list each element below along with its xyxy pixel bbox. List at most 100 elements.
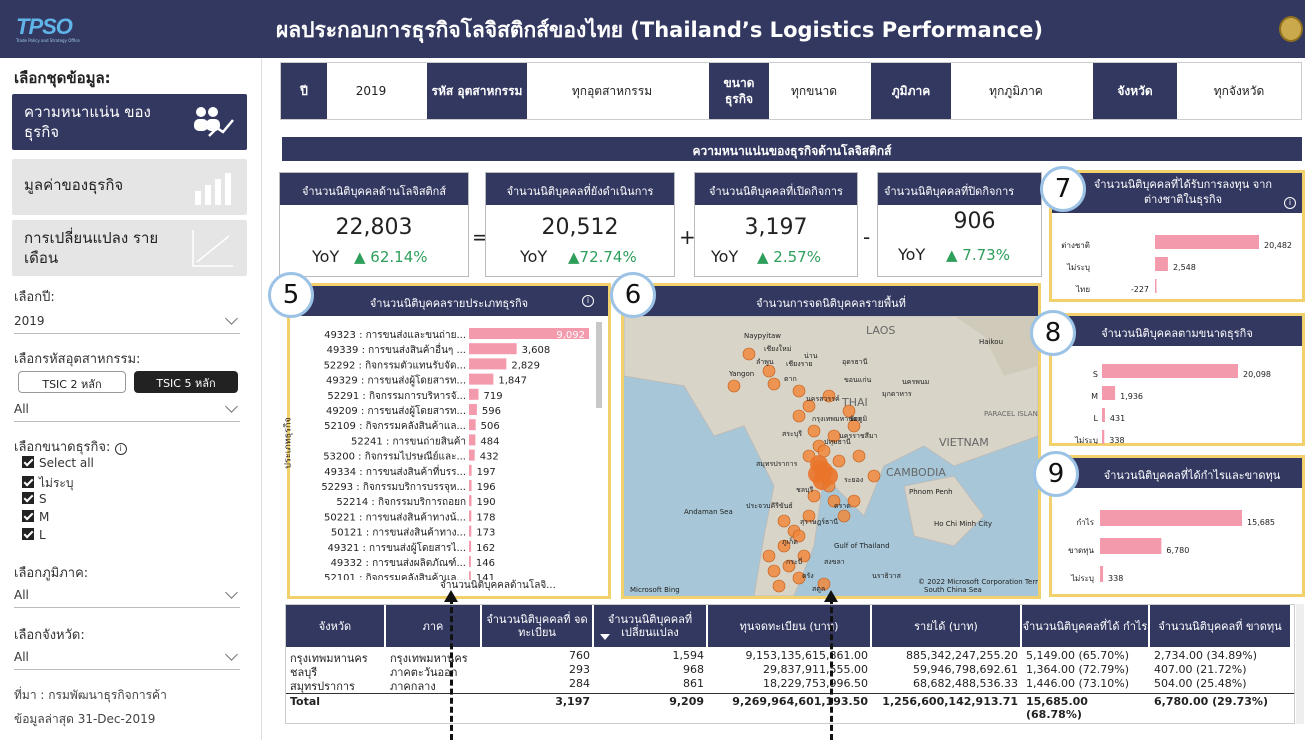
business-type-panel: จำนวนนิติบุคคลรายประเภทธุรกิจ i 49323 : … xyxy=(284,283,611,599)
table-header[interactable]: รายได้ (บาท) xyxy=(872,605,1020,647)
table-header[interactable]: จังหวัด xyxy=(286,605,384,647)
category-label: 52241 : การขนถ่ายสินค้า xyxy=(351,435,466,447)
kpi-value: 906 xyxy=(953,209,996,234)
chevron-down-icon xyxy=(225,648,238,661)
kpi-closed-card: จำนวนนิติบุคคลที่ปิดกิจการ 906 YoY ▲ 7.7… xyxy=(877,172,1042,277)
filter-year-value: 2019 xyxy=(355,84,387,98)
sort-desc-icon[interactable] xyxy=(600,634,610,640)
table-header[interactable]: ทุนจดทะเบียน (บาท) xyxy=(708,605,870,647)
tsic-value: All xyxy=(14,402,29,416)
kpi-total-card: จำนวนนิติบุคคลด้านโลจิสติกส์ 22,803 YoY … xyxy=(279,172,469,277)
data-label: 338 xyxy=(1108,574,1123,583)
table-header[interactable]: จำนวนนิติบุคคลที่ ขาดทุน xyxy=(1150,605,1290,647)
size-option-s[interactable]: S xyxy=(22,492,47,506)
data-label: 197 xyxy=(477,467,496,478)
map-label: กระบี่ xyxy=(786,557,802,566)
trend-up-icon xyxy=(192,230,233,267)
table-cell: 861 xyxy=(683,677,704,690)
map-label: เชียงราย xyxy=(786,360,812,368)
table-cell: 1,364.00 (72.79%) xyxy=(1026,663,1130,676)
bar xyxy=(1155,279,1157,293)
province-marker xyxy=(762,549,776,563)
data-label: 146 xyxy=(476,558,495,569)
year-select[interactable]: 2019 xyxy=(14,310,240,334)
map-label: CAMBODIA xyxy=(886,466,946,479)
page-title: ผลประกอบการธุรกิจโลจิสติกส์ของไทย (Thail… xyxy=(276,18,1043,42)
table-cell: 2,734.00 (34.89%) xyxy=(1154,649,1258,662)
map-label: ภูเก็ต xyxy=(782,537,798,546)
category-label: 49332 : การขนส่งผลิตภัณฑ์... xyxy=(331,557,466,569)
bar-chart-icon xyxy=(195,173,231,205)
category-label: S xyxy=(1093,370,1098,379)
table-header[interactable]: จำนวนนิติบุคคลที่ได้ กำไร xyxy=(1022,605,1148,647)
bar xyxy=(1155,235,1259,249)
nav-business-density[interactable]: ความหนาแน่น ของธุรกิจ xyxy=(12,94,247,150)
callout-8: 8 xyxy=(1030,310,1076,356)
table-header[interactable]: จำนวนนิติบุคคลที่ จดทะเบียน xyxy=(482,605,592,647)
panel-title: จำนวนนิติบุคคลรายประเภทธุรกิจ xyxy=(290,286,608,316)
business-size-chart: S 20,098 M 1,936 L 431 ไม่ระบุ 338 xyxy=(1074,364,1271,444)
data-label: 596 xyxy=(482,406,501,417)
checkbox-checked-icon xyxy=(22,476,34,488)
size-option-unspecified[interactable]: ไม่ระบุ xyxy=(22,474,73,493)
table-cell: Total xyxy=(290,695,321,708)
category-label: ไม่ระบุ xyxy=(1070,574,1094,583)
province-marker xyxy=(867,469,881,483)
checkbox-checked-icon xyxy=(22,528,34,540)
size-option-m[interactable]: M xyxy=(22,510,49,524)
size-option-select-all[interactable]: Select all xyxy=(22,456,94,470)
category-label: 49323 : การขนส่งและขนถ่าย... xyxy=(324,330,466,341)
province-map[interactable]: Naypyitaw เชียงใหม่น่าน LAOS ลำพูน เชียงราย อ… xyxy=(624,316,1038,596)
bar xyxy=(469,404,477,415)
map-label: สระบุรี xyxy=(782,430,802,438)
data-label: 2,829 xyxy=(511,360,540,371)
data-label: 196 xyxy=(477,482,496,493)
bar xyxy=(1100,566,1104,582)
section-title: ความหนาแน่นของธุรกิจด้านโลจิสติกส์ xyxy=(282,137,1302,161)
province-select[interactable]: All xyxy=(14,646,240,670)
category-label: ไทย xyxy=(1075,285,1090,294)
map-label: VIETNAM xyxy=(939,436,989,449)
scrollbar[interactable] xyxy=(596,322,602,408)
category-label: ต่างชาติ xyxy=(1061,241,1090,250)
data-label: 3,608 xyxy=(522,345,551,356)
map-label: นครสวรรค์ xyxy=(806,395,840,403)
table-header[interactable]: ภาค xyxy=(386,605,480,647)
data-label: 9,092 xyxy=(556,330,585,341)
table-header[interactable]: จำนวนนิติบุคคลที่ เปลี่ยนแปลง xyxy=(594,605,706,647)
data-label: 178 xyxy=(476,512,495,523)
map-label: Phnom Penh xyxy=(909,488,953,496)
filter-industry-key: รหัส อุตสาหกรรม xyxy=(427,63,527,119)
table-scrollbar[interactable] xyxy=(1296,604,1304,724)
bar xyxy=(1102,408,1105,422)
region-value: All xyxy=(14,588,29,602)
map-label: กรุงเทพมหานคร xyxy=(812,415,862,423)
nav-label: ความหนาแน่น ของธุรกิจ xyxy=(24,103,151,141)
map-label: PARACEL ISLANDS xyxy=(984,410,1038,418)
nav-business-value[interactable]: มูลค่าของธุรกิจ xyxy=(12,159,247,215)
category-label: 52292 : กิจกรรมตัวแทนรับจัด... xyxy=(324,360,466,371)
data-label: 431 xyxy=(1110,414,1125,423)
tsic5-button[interactable]: TSIC 5 หลัก xyxy=(134,371,238,393)
category-label: 52109 : กิจกรรมคลังสินค้าแล... xyxy=(324,420,466,432)
category-label: M xyxy=(1091,392,1098,401)
info-icon[interactable]: i xyxy=(1284,197,1296,209)
map-label: ตราด xyxy=(834,502,851,510)
category-label: 49334 : การขนส่งสินค้าที่บรร... xyxy=(324,464,466,478)
table-cell: 9,153,135,615,861.00 xyxy=(745,649,868,662)
filter-province-key: จังหวัด xyxy=(1093,63,1177,119)
info-icon[interactable]: i xyxy=(582,295,594,307)
size-option-l[interactable]: L xyxy=(22,528,46,542)
table-cell: 1,594 xyxy=(672,649,705,662)
province-marker xyxy=(792,384,806,398)
tsic-select[interactable]: All xyxy=(14,398,240,422)
filter-size-key: ขนาด ธุรกิจ xyxy=(709,63,769,119)
tsic2-button[interactable]: TSIC 2 หลัก xyxy=(18,371,126,393)
nav-monthly-change[interactable]: การเปลี่ยนแปลง รายเดือน xyxy=(12,220,247,276)
bar xyxy=(469,343,517,355)
map-label: ปทุมธานี xyxy=(824,438,851,446)
filter-region-key: ภูมิภาค xyxy=(871,63,951,119)
table-cell: 18,229,753,996.50 xyxy=(763,677,868,690)
map-label: สุราษฎร์ธานี xyxy=(800,518,838,526)
region-select[interactable]: All xyxy=(14,584,240,608)
